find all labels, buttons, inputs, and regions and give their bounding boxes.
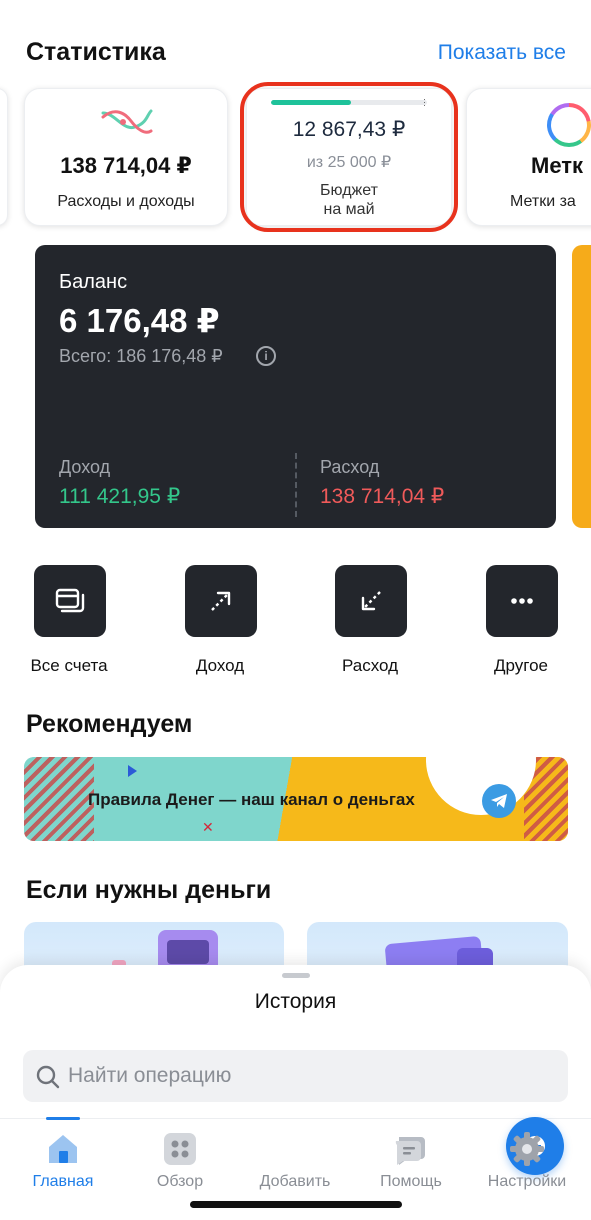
need-money-title: Если нужны деньги — [26, 876, 272, 904]
expenses-income-chart-icon — [101, 109, 153, 134]
tab-add-label: Добавить — [259, 1173, 331, 1190]
sheet-drag-handle[interactable] — [282, 973, 310, 978]
home-icon — [49, 1135, 77, 1163]
arrow-up-right-icon — [211, 591, 231, 611]
expense-button[interactable] — [335, 565, 407, 637]
tags-card[interactable]: Метк Метки за — [466, 88, 591, 226]
action-income[interactable]: Доход — [160, 565, 280, 677]
tags-label: Метки за — [510, 193, 576, 210]
gear-icon — [510, 1132, 544, 1166]
more-dots-icon — [511, 598, 533, 604]
expense-value: 138 714,04 ₽ — [320, 485, 445, 508]
next-account-card[interactable] — [572, 245, 591, 528]
tab-settings[interactable]: Настройки — [472, 1129, 582, 1199]
home-indicator — [190, 1201, 402, 1208]
stats-title: Статистика — [26, 38, 166, 66]
balance-divider — [295, 453, 297, 517]
tab-home[interactable]: Главная — [8, 1129, 118, 1199]
tab-overview-label: Обзор — [156, 1173, 204, 1190]
action-expense[interactable]: Расход — [310, 565, 430, 677]
search-input[interactable]: Найти операцию — [23, 1050, 568, 1102]
show-all-link[interactable]: Показать все — [438, 41, 566, 65]
arrow-down-left-icon — [361, 591, 381, 611]
banner-stripes-decoration — [24, 757, 94, 841]
income-value: 111 421,95 ₽ — [59, 485, 181, 508]
tab-help-label: Помощь — [380, 1173, 442, 1190]
banner-triangle-decoration — [128, 765, 137, 777]
action-all-accounts[interactable]: Все счета — [9, 565, 129, 677]
tab-home-label: Главная — [32, 1173, 94, 1190]
expenses-amount: 138 714,04 ₽ — [60, 153, 192, 178]
banner-text: Правила Денег — наш канал о деньгах — [88, 790, 415, 809]
tab-settings-label: Настройки — [487, 1173, 567, 1190]
search-icon — [36, 1065, 60, 1089]
info-icon[interactable]: i — [256, 346, 276, 366]
search-placeholder: Найти операцию — [68, 1064, 232, 1087]
all-accounts-label: Все счета — [30, 656, 108, 675]
expense-label: Расход — [320, 457, 380, 477]
income-action-label: Доход — [195, 656, 245, 675]
stats-header: Статистика Показать все — [26, 38, 566, 74]
wallet-cards-icon — [55, 588, 85, 613]
telegram-icon — [482, 784, 516, 818]
expense-action-label: Расход — [341, 656, 399, 675]
tab-add[interactable]: Добавить — [240, 1117, 564, 1199]
banner-circle-decoration — [426, 757, 536, 815]
all-accounts-button[interactable] — [34, 565, 106, 637]
tab-help[interactable]: Помощь — [356, 1129, 466, 1199]
history-title: История — [254, 990, 337, 1013]
action-other[interactable]: Другое — [461, 565, 581, 677]
budget-highlight-ring — [240, 82, 458, 232]
other-action-label: Другое — [493, 656, 548, 675]
grid-icon — [164, 1133, 196, 1165]
help-chat-icon — [395, 1137, 425, 1165]
expenses-income-card[interactable]: 138 714,04 ₽ Расходы и доходы — [24, 88, 228, 226]
banner-cross-decoration: ✕ — [202, 819, 214, 835]
balance-label: Баланс — [59, 271, 128, 293]
active-tab-indicator — [46, 1117, 80, 1120]
income-label: Доход — [59, 457, 111, 477]
other-button[interactable] — [486, 565, 558, 637]
stats-card-previous[interactable] — [0, 88, 8, 226]
balance-amount: 6 176,48 ₽ — [59, 302, 220, 339]
income-button[interactable] — [185, 565, 257, 637]
tags-ring-icon — [547, 103, 591, 147]
telegram-channel-banner[interactable]: Правила Денег — наш канал о деньгах ✕ — [24, 757, 568, 841]
expenses-label: Расходы и доходы — [57, 193, 195, 210]
tags-title: Метк — [531, 153, 584, 178]
tab-overview[interactable]: Обзор — [125, 1129, 235, 1199]
balance-card[interactable]: Баланс 6 176,48 ₽ Всего: 186 176,48 ₽ i … — [35, 245, 556, 528]
balance-total: Всего: 186 176,48 ₽ — [59, 346, 223, 366]
recommend-title: Рекомендуем — [26, 710, 193, 738]
